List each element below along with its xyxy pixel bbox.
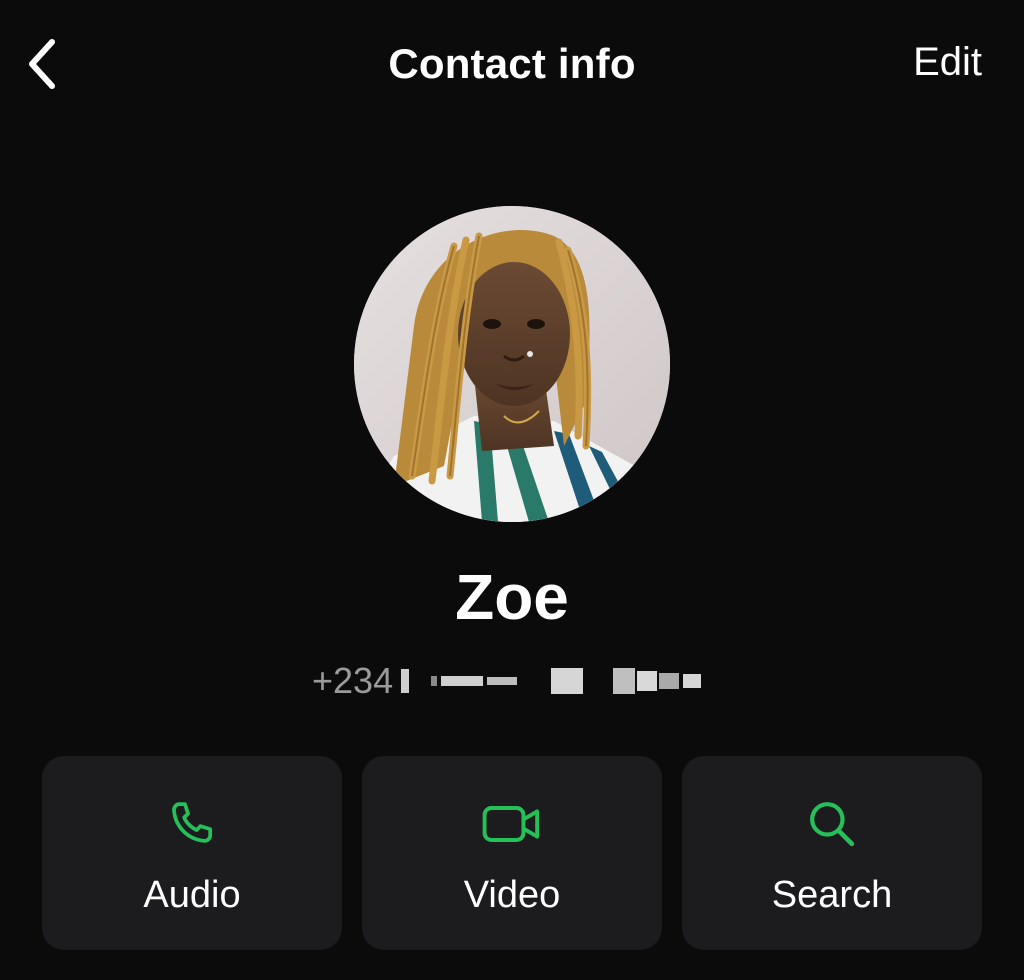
audio-call-button[interactable]: Audio (42, 756, 342, 950)
avatar[interactable] (354, 206, 670, 522)
profile-photo (354, 206, 670, 522)
video-call-button[interactable]: Video (362, 756, 662, 950)
navigation-bar: Contact info Edit (0, 0, 1024, 130)
video-camera-icon (482, 806, 540, 842)
audio-label: Audio (143, 874, 241, 916)
edit-button[interactable]: Edit (913, 40, 982, 85)
contact-name: Zoe (455, 561, 569, 633)
contact-actions: Audio Video Search (42, 756, 982, 950)
phone-prefix: +234 (312, 660, 394, 701)
phone-number[interactable]: +234 (312, 656, 702, 706)
search-label: Search (771, 874, 893, 916)
page-title: Contact info (388, 40, 636, 87)
phone-icon (172, 802, 213, 843)
search-icon (810, 802, 855, 847)
redacted-phone-digits (395, 668, 702, 694)
contact-info-screen: Contact info Edit Zoe +234 Audio Video S… (0, 0, 1024, 980)
video-label: Video (463, 874, 561, 916)
search-button[interactable]: Search (682, 756, 982, 950)
